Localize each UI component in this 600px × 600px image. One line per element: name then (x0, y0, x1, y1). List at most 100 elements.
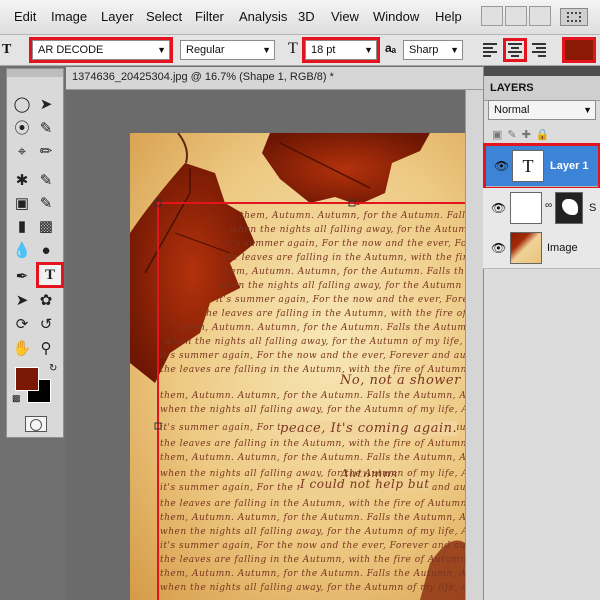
layer-row-image[interactable]: 👁 Image (483, 228, 600, 269)
visibility-eye-icon[interactable]: 👁 (494, 159, 509, 173)
align-right-button[interactable] (530, 41, 548, 59)
layer-row-layer-1[interactable]: 👁 T Layer 1 (483, 143, 600, 190)
3d-rotate-icon[interactable]: ⟳ (11, 315, 33, 335)
menu-window[interactable]: Window (373, 9, 419, 24)
menu-analysis[interactable]: Analysis (239, 9, 287, 24)
menu-view[interactable]: View (331, 9, 359, 24)
canvas-text-line: when the nights all falling away, for th… (160, 583, 465, 593)
pen-tool-icon[interactable]: ✒ (11, 267, 33, 287)
lock-pixels-icon[interactable]: ✎ (507, 129, 521, 141)
panel-dock-header[interactable] (484, 66, 600, 76)
type-tool-preset-icon[interactable]: T (2, 42, 11, 58)
layer-name[interactable]: Image (547, 242, 578, 254)
circle-icon (30, 419, 42, 431)
zoom-tool-icon[interactable]: ⚲ (35, 339, 57, 359)
gradient-tool-icon[interactable]: ▩ (35, 217, 57, 237)
marquee-tool-icon[interactable]: ◯ (11, 95, 33, 115)
canvas-text-line: it's summer again, For the now and the e… (160, 541, 465, 551)
antialias-value: Sharp (409, 44, 439, 56)
leaf-shape-icon (562, 199, 578, 215)
brush-tool-icon[interactable]: ✎ (35, 171, 57, 191)
vector-mask-thumbnail (555, 192, 583, 224)
visibility-eye-icon[interactable]: 👁 (491, 241, 506, 255)
hand-tool-icon[interactable]: ✋ (11, 339, 33, 359)
font-family-value: AR DECODE (38, 44, 104, 56)
canvas-text-line: when the nights all falling away, for th… (160, 527, 465, 537)
visibility-eye-icon[interactable]: 👁 (491, 201, 506, 215)
shape-layer-thumbnail (510, 192, 542, 224)
layers-tab[interactable]: LAYERS (484, 76, 600, 101)
font-family-dropdown[interactable]: AR DECODE ▼ (29, 37, 173, 63)
canvas-headline: I could not help but (300, 477, 430, 491)
chevron-down-icon: ▼ (583, 105, 592, 115)
layer-row-shape[interactable]: 👁 ∞ S (483, 188, 600, 229)
view-extras-button[interactable] (529, 6, 551, 26)
canvas-text-line: the leaves are falling in the Autumn, wi… (160, 499, 465, 509)
text-layer-thumbnail: T (512, 150, 544, 182)
crop-tool-icon[interactable]: ⌖ (11, 142, 33, 162)
font-style-value: Regular (186, 44, 225, 56)
dodge-tool-icon[interactable]: ● (35, 241, 57, 261)
minibridge-button[interactable] (505, 6, 527, 26)
menu-select[interactable]: Select (146, 9, 182, 24)
vertical-scrollbar[interactable] (465, 90, 483, 600)
foreground-color-fill (15, 367, 39, 391)
canvas-headline: peace, It's coming again. (280, 421, 458, 436)
default-colors-icon[interactable]: ▩ (12, 393, 21, 404)
font-size-value: 18 pt (311, 44, 336, 56)
font-size-dropdown[interactable]: 18 pt ▼ (302, 37, 380, 63)
lock-all-icon[interactable]: 🔒 (536, 129, 555, 141)
options-bar: T AR DECODE ▼ Regular ▼ T 18 pt ▼ aₐ Sha… (0, 35, 600, 66)
menu-filter[interactable]: Filter (195, 9, 224, 24)
canvas-text-line: when the nights all falling away, for th… (165, 337, 465, 347)
canvas-headline: No, not a shower (340, 373, 461, 388)
clone-stamp-icon[interactable]: ▣ (11, 194, 33, 214)
chevron-down-icon: ▼ (157, 45, 166, 55)
canvas-text-line: it's summer again, For the now and the e… (160, 351, 465, 361)
font-style-dropdown[interactable]: Regular ▼ (180, 40, 275, 60)
document-tab[interactable]: 1374636_20425304.jpg @ 16.7% (Shape 1, R… (66, 67, 483, 90)
eraser-tool-icon[interactable]: ▮ (11, 217, 33, 237)
history-brush-icon[interactable]: ✎ (35, 194, 57, 214)
bridge-button[interactable] (481, 6, 503, 26)
menu-layer[interactable]: Layer (101, 9, 134, 24)
antialias-icon: aₐ (385, 41, 397, 55)
move-tool-icon[interactable]: ➤ (35, 95, 57, 115)
healing-brush-icon[interactable]: ✱ (11, 171, 33, 191)
arrange-documents-button[interactable] (560, 8, 588, 26)
canvas-text-line: when the nights all falling away, for th… (160, 405, 465, 415)
3d-orbit-icon[interactable]: ↺ (35, 315, 57, 335)
lasso-tool-icon[interactable]: ⦿ (11, 119, 33, 139)
align-center-button[interactable] (503, 38, 527, 62)
quick-mask-button[interactable] (25, 416, 47, 432)
antialias-dropdown[interactable]: Sharp ▼ (403, 40, 463, 60)
quick-selection-tool-icon[interactable]: ✎ (35, 119, 57, 139)
eyedropper-tool-icon[interactable]: ✏ (35, 142, 57, 162)
link-icon: ∞ (545, 200, 553, 211)
menu-3d[interactable]: 3D (298, 9, 315, 24)
layer-name[interactable]: S (589, 202, 596, 214)
text-color-swatch[interactable] (562, 37, 596, 63)
toolbox-grip[interactable] (7, 69, 63, 77)
chevron-down-icon: ▼ (364, 45, 373, 55)
custom-shape-icon[interactable]: ✿ (35, 291, 57, 311)
menu-edit[interactable]: Edit (14, 9, 36, 24)
canvas-text-line: the leaves are falling in the Autumn, wi… (160, 439, 465, 449)
blend-mode-dropdown[interactable]: Normal ▼ (488, 100, 596, 120)
canvas-image[interactable]: them, Autumn. Autumn, for the Autumn. Fa… (130, 133, 465, 600)
lock-transparency-icon[interactable]: ▣ (492, 129, 507, 141)
lock-position-icon[interactable]: ✚ (522, 129, 536, 141)
type-tool-icon[interactable]: T (36, 262, 64, 288)
layer-name[interactable]: Layer 1 (550, 160, 589, 172)
blur-tool-icon[interactable]: 💧 (11, 241, 33, 261)
canvas-text-line: the leaves are falling in the Autumn, wi… (160, 555, 465, 565)
menu-help[interactable]: Help (435, 9, 462, 24)
menu-image[interactable]: Image (51, 9, 87, 24)
grid-icon (567, 12, 581, 22)
path-selection-icon[interactable]: ➤ (11, 291, 33, 311)
canvas-text-line: it's summer again, For the now and the e… (216, 295, 465, 305)
swap-colors-icon[interactable]: ↻ (49, 363, 57, 374)
canvas-text-line: it's summer again, For the now and the e… (225, 239, 465, 249)
canvas-text-line: them, Autumn. Autumn, for the Autumn. Fa… (160, 513, 465, 523)
align-left-button[interactable] (481, 41, 499, 59)
